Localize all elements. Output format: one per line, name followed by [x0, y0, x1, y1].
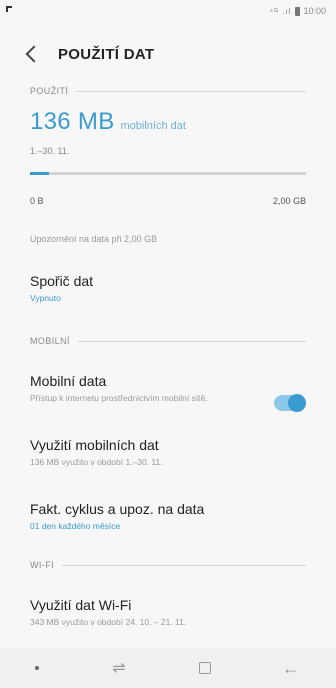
battery-icon [295, 6, 301, 16]
section-header-wifi: WI-FI [30, 560, 306, 570]
recent-apps-icon[interactable]: ⇌ [109, 658, 129, 678]
mobile-data-item[interactable]: Mobilní data Přístup k internetu prostře… [30, 372, 256, 404]
divider [62, 564, 306, 566]
wifi-data-usage-subtitle: 343 MB využito v období 24. 10. – 21. 11… [30, 617, 187, 627]
section-header-label: WI-FI [30, 560, 54, 570]
usage-range: 1.–30. 11. [30, 146, 70, 156]
scale-max-label: 2,00 GB [272, 196, 306, 206]
wifi-data-usage-title: Využití dat Wi-Fi [30, 597, 132, 613]
navigation-bar: ⇌ ← [0, 648, 336, 688]
data-saver-item[interactable]: Spořič dat Vypnuto [30, 272, 306, 304]
status-bar: ⁴ᴳ .ıl 10:00 [0, 0, 336, 22]
clock: 10:00 [303, 6, 326, 16]
billing-cycle-item[interactable]: Fakt. cyklus a upoz. na data 01 den každ… [30, 500, 306, 532]
data-warning-text: Upozornění na data při 2,00 GB [30, 234, 158, 244]
back-button[interactable] [0, 36, 58, 72]
usage-unit: mobilních dat [120, 120, 186, 132]
billing-cycle-title: Fakt. cyklus a upoz. na data [30, 501, 205, 517]
wifi-data-usage-item[interactable]: Využití dat Wi-Fi 343 MB využito v obdob… [30, 596, 306, 628]
nav-back-icon[interactable]: ← [281, 658, 301, 679]
mobile-data-title: Mobilní data [30, 373, 107, 389]
usage-progress-bar [30, 172, 306, 175]
billing-cycle-subtitle: 01 den každého měsíce [30, 521, 121, 531]
page-title: POUŽITÍ DAT [58, 45, 155, 63]
data-saver-title: Spořič dat [30, 273, 94, 289]
signal-icon: ⁴ᴳ .ıl [269, 6, 292, 16]
home-icon[interactable] [199, 662, 211, 674]
usage-progress-fill [30, 172, 49, 175]
notification-corner-icon [6, 6, 12, 12]
toggle-knob [288, 394, 306, 412]
mobile-data-usage-title: Využití mobilních dat [30, 437, 159, 453]
app-bar: POUŽITÍ DAT [0, 36, 336, 72]
divider [76, 90, 306, 92]
data-saver-status: Vypnuto [30, 293, 61, 303]
section-header-mobile: MOBILNÍ [30, 336, 306, 346]
back-arrow-icon [25, 45, 43, 63]
section-header-label: MOBILNÍ [30, 336, 70, 346]
usage-amount: 136 MB [30, 108, 115, 135]
mobile-data-usage-subtitle: 136 MB využito v období 1.–30. 11. [30, 457, 163, 467]
mobile-data-subtitle: Přístup k internetu prostřednictvím mobi… [30, 393, 208, 403]
nav-dot-icon[interactable] [35, 666, 39, 670]
mobile-data-usage-item[interactable]: Využití mobilních dat 136 MB využito v o… [30, 436, 306, 468]
section-header-label: POUŽITÍ [30, 86, 69, 96]
usage-summary: 136 MB mobilních dat [30, 108, 186, 136]
scale-min-label: 0 B [30, 196, 44, 206]
mobile-data-toggle[interactable] [274, 394, 306, 412]
section-header-usage: POUŽITÍ [30, 86, 306, 96]
divider [77, 340, 306, 342]
